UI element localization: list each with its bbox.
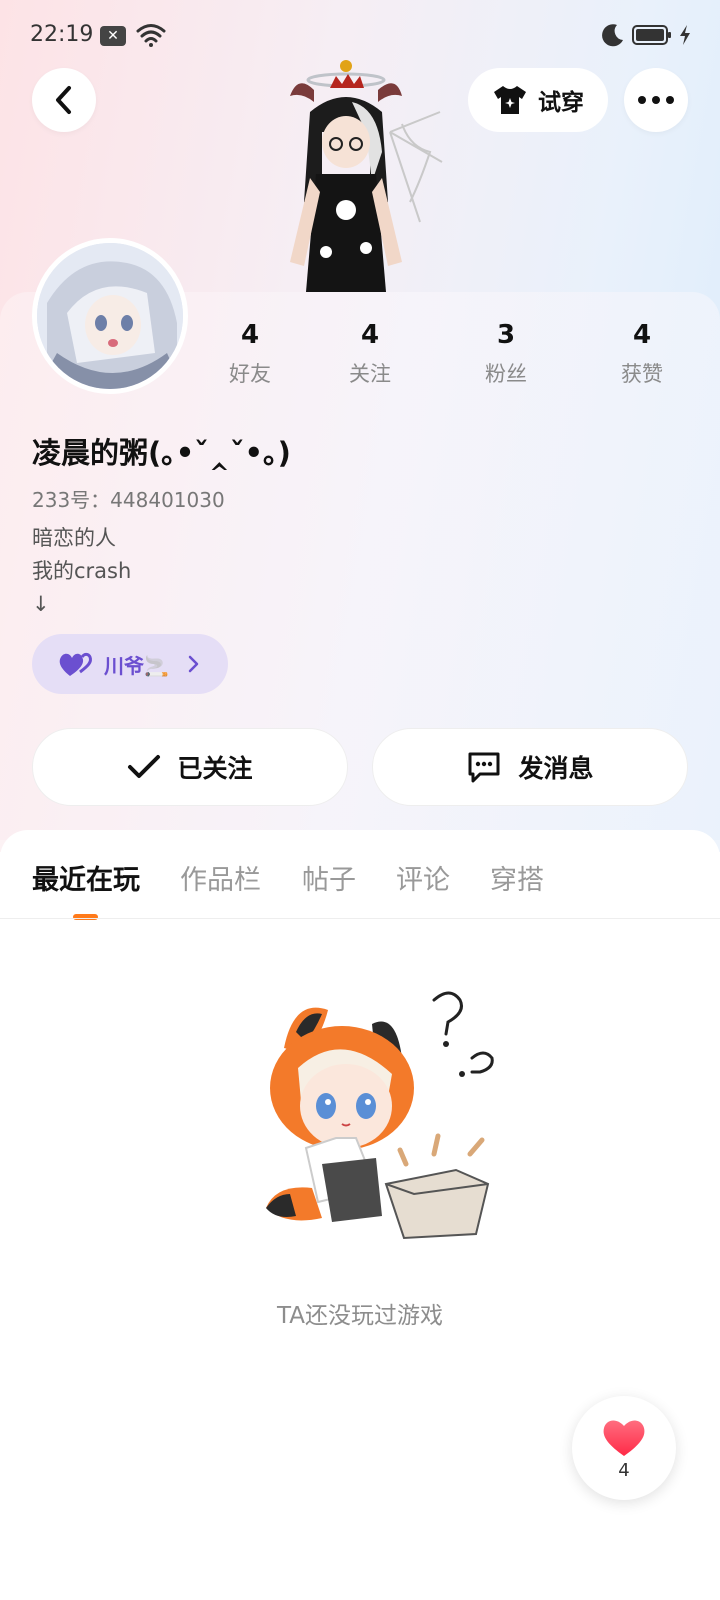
tab-comments[interactable]: 评论	[396, 858, 450, 897]
followed-button[interactable]: 已关注	[32, 728, 348, 806]
wifi-icon	[136, 24, 166, 47]
bio-line: ↓	[32, 592, 50, 616]
x-box-icon: ✕	[100, 26, 126, 46]
try-on-button[interactable]: 试穿	[468, 68, 608, 132]
profile-stats: 4 好友 4 关注 3 粉丝 4 获赞	[190, 320, 720, 400]
bio: 暗恋的人 我的crash ↓	[32, 522, 131, 621]
avatar[interactable]	[32, 238, 188, 394]
send-message-button[interactable]: 发消息	[372, 728, 688, 806]
more-options-button[interactable]	[624, 68, 688, 132]
tab-posts[interactable]: 帖子	[302, 858, 356, 897]
stat-followers[interactable]: 3 粉丝	[446, 320, 566, 388]
back-button[interactable]	[32, 68, 96, 132]
avatar-image	[37, 243, 183, 389]
stat-friends[interactable]: 4 好友	[190, 320, 310, 388]
tab-outfits[interactable]: 穿搭	[490, 858, 544, 897]
bio-line: 我的crash	[32, 559, 132, 583]
stat-value: 4	[632, 320, 652, 350]
tab-divider	[0, 918, 720, 919]
charging-icon	[680, 25, 690, 45]
stat-label: 获赞	[621, 362, 663, 386]
send-message-label: 发消息	[518, 754, 594, 783]
stat-label: 关注	[349, 362, 391, 386]
heart-icon	[603, 1419, 645, 1456]
checkmark-icon	[128, 755, 161, 778]
stat-label: 粉丝	[485, 362, 527, 386]
stat-label: 好友	[229, 362, 271, 386]
moon-icon	[602, 24, 623, 47]
avatar-character-image	[290, 60, 443, 292]
double-heart-icon	[59, 652, 92, 676]
cp-badge-label: 川爷🚬	[104, 653, 169, 678]
tab-recently-played[interactable]: 最近在玩	[32, 858, 140, 897]
stat-following[interactable]: 4 关注	[310, 320, 430, 388]
tshirt-icon	[494, 86, 526, 114]
followed-label: 已关注	[177, 754, 253, 783]
stat-likes[interactable]: 4 获赞	[582, 320, 702, 388]
try-on-label: 试穿	[538, 90, 584, 116]
cp-relationship-badge[interactable]: 川爷🚬	[32, 634, 228, 694]
empty-state-illustration	[266, 991, 494, 1240]
battery-icon	[632, 25, 671, 45]
like-button[interactable]: 4	[572, 1396, 676, 1500]
empty-state-text: TA还没玩过游戏	[277, 1303, 443, 1329]
tab-works[interactable]: 作品栏	[180, 858, 261, 897]
more-dots-icon	[638, 96, 674, 104]
stat-value: 3	[496, 320, 516, 350]
chevron-left-icon	[56, 86, 71, 114]
nickname: 凌晨的粥(｡•ˇ‸ˇ•｡)	[32, 436, 291, 470]
like-count: 4	[618, 1459, 630, 1481]
stat-value: 4	[240, 320, 260, 350]
stat-value: 4	[360, 320, 380, 350]
active-tab-indicator	[73, 914, 98, 920]
bio-line: 暗恋的人	[32, 526, 116, 550]
user-id[interactable]: 233号：448401030	[32, 484, 225, 513]
chevron-right-icon	[188, 655, 199, 673]
chat-bubble-icon	[468, 752, 500, 783]
status-time: 22:19	[30, 22, 94, 47]
